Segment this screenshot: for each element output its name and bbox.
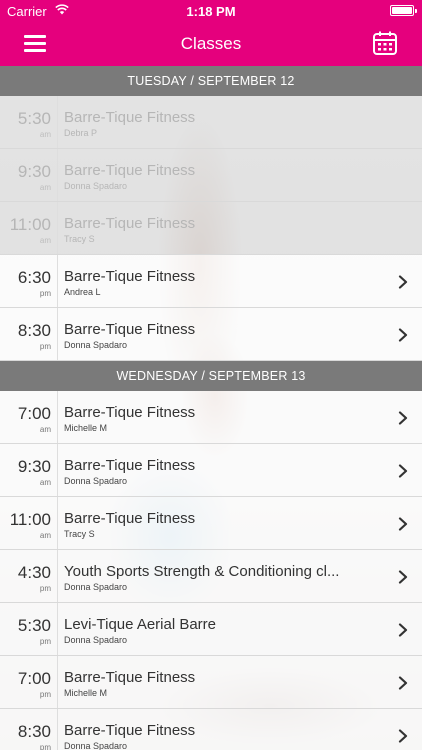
chevron-right-icon[interactable] (398, 275, 408, 289)
time-column: 9:30 am (0, 444, 58, 496)
class-list[interactable]: TUESDAY / SEPTEMBER 12 5:30 am Barre-Tique … (0, 66, 422, 750)
class-ampm: am (39, 236, 51, 245)
section-header: TUESDAY / SEPTEMBER 12 (0, 66, 422, 96)
class-time: 11:00 (9, 510, 51, 529)
time-column: 11:00 am (0, 202, 58, 254)
class-time: 4:30 (17, 563, 51, 582)
class-row[interactable]: 7:00 am Barre-Tique Fitness Michelle M (0, 391, 422, 444)
time-column: 4:30 pm (0, 550, 58, 602)
class-time: 5:30 (17, 616, 51, 635)
calendar-icon[interactable] (372, 30, 398, 56)
chevron-right-icon[interactable] (398, 570, 408, 584)
instructor-name: Michelle M (64, 423, 108, 433)
chevron-right-icon[interactable] (398, 464, 408, 478)
class-row[interactable]: 5:30 pm Levi-Tique Aerial Barre Donna Spada… (0, 603, 422, 656)
class-ampm: am (39, 130, 51, 139)
instructor-name: Michelle M (64, 688, 108, 698)
time-column: 9:30 am (0, 149, 58, 201)
instructor-name: Donna Spadaro (64, 582, 128, 592)
class-row: 5:30 am Barre-Tique Fitness Debra P (0, 96, 422, 149)
class-name: Barre-Tique Fitness (64, 162, 196, 179)
time-column: 7:00 am (0, 391, 58, 443)
status-bar: Carrier 1:18 PM (0, 0, 422, 22)
instructor-name: Tracy S (64, 529, 95, 539)
instructor-name: Tracy S (64, 234, 95, 244)
class-row: 9:30 am Barre-Tique Fitness Donna Spadaro (0, 149, 422, 202)
class-time: 7:00 (17, 669, 51, 688)
instructor-name: Donna Spadaro (64, 181, 128, 191)
section-header: WEDNESDAY / SEPTEMBER 13 (0, 361, 422, 391)
time-column: 5:30 am (0, 96, 58, 148)
instructor-name: Donna Spadaro (64, 476, 128, 486)
chevron-right-icon[interactable] (398, 328, 408, 342)
class-row[interactable]: 4:30 pm Youth Sports Strength & Conditioni… (0, 550, 422, 603)
class-ampm: am (39, 425, 51, 434)
battery-level (392, 7, 412, 14)
class-name: Barre-Tique Fitness (64, 722, 196, 739)
instructor-name: Donna Spadaro (64, 635, 128, 645)
status-time: 1:18 PM (186, 4, 236, 19)
class-time: 6:30 (17, 268, 51, 287)
class-row[interactable]: 8:30 pm Barre-Tique Fitness Donna Spadaro (0, 709, 422, 750)
class-ampm: pm (39, 584, 51, 593)
class-row[interactable]: 11:00 am Barre-Tique Fitness Tracy S (0, 497, 422, 550)
instructor-name: Andrea L (64, 287, 101, 297)
class-name: Youth Sports Strength & Conditioning cl.… (64, 563, 340, 580)
chevron-right-icon[interactable] (398, 729, 408, 743)
class-row[interactable]: 6:30 pm Barre-Tique Fitness Andrea L (0, 255, 422, 308)
battery-icon (390, 5, 417, 16)
class-row[interactable]: 7:00 pm Barre-Tique Fitness Michelle M (0, 656, 422, 709)
chevron-right-icon[interactable] (398, 623, 408, 637)
time-column: 6:30 pm (0, 255, 58, 307)
class-ampm: pm (39, 690, 51, 699)
class-name: Barre-Tique Fitness (64, 215, 196, 232)
class-ampm: am (39, 183, 51, 192)
class-name: Barre-Tique Fitness (64, 669, 196, 686)
time-column: 5:30 pm (0, 603, 58, 655)
class-ampm: am (39, 531, 51, 540)
class-ampm: pm (39, 637, 51, 646)
time-column: 11:00 am (0, 497, 58, 549)
chevron-right-icon[interactable] (398, 517, 408, 531)
class-time: 8:30 (17, 321, 51, 340)
chevron-right-icon[interactable] (398, 411, 408, 425)
instructor-name: Donna Spadaro (64, 340, 128, 350)
class-ampm: pm (39, 289, 51, 298)
class-ampm: am (39, 478, 51, 487)
class-ampm: pm (39, 342, 51, 351)
class-name: Barre-Tique Fitness (64, 457, 196, 474)
time-column: 7:00 pm (0, 656, 58, 708)
class-time: 11:00 (9, 215, 51, 234)
chevron-right-icon[interactable] (398, 676, 408, 690)
class-name: Barre-Tique Fitness (64, 268, 196, 285)
time-column: 8:30 pm (0, 308, 58, 360)
time-column: 8:30 pm (0, 709, 58, 750)
instructor-name: Donna Spadaro (64, 741, 128, 750)
class-row: 11:00 am Barre-Tique Fitness Tracy S (0, 202, 422, 255)
class-time: 9:30 (17, 457, 51, 476)
class-name: Barre-Tique Fitness (64, 109, 196, 126)
class-row[interactable]: 9:30 am Barre-Tique Fitness Donna Spadaro (0, 444, 422, 497)
class-time: 8:30 (17, 722, 51, 741)
class-ampm: pm (39, 743, 51, 750)
class-time: 5:30 (17, 109, 51, 128)
nav-bar: Classes (0, 22, 422, 66)
class-name: Barre-Tique Fitness (64, 510, 196, 527)
class-time: 9:30 (17, 162, 51, 181)
class-time: 7:00 (17, 404, 51, 423)
class-row[interactable]: 8:30 pm Barre-Tique Fitness Donna Spadaro (0, 308, 422, 361)
class-name: Barre-Tique Fitness (64, 404, 196, 421)
page-title: Classes (180, 34, 242, 53)
class-name: Levi-Tique Aerial Barre (64, 616, 217, 633)
class-name: Barre-Tique Fitness (64, 321, 196, 338)
instructor-name: Debra P (64, 128, 98, 138)
